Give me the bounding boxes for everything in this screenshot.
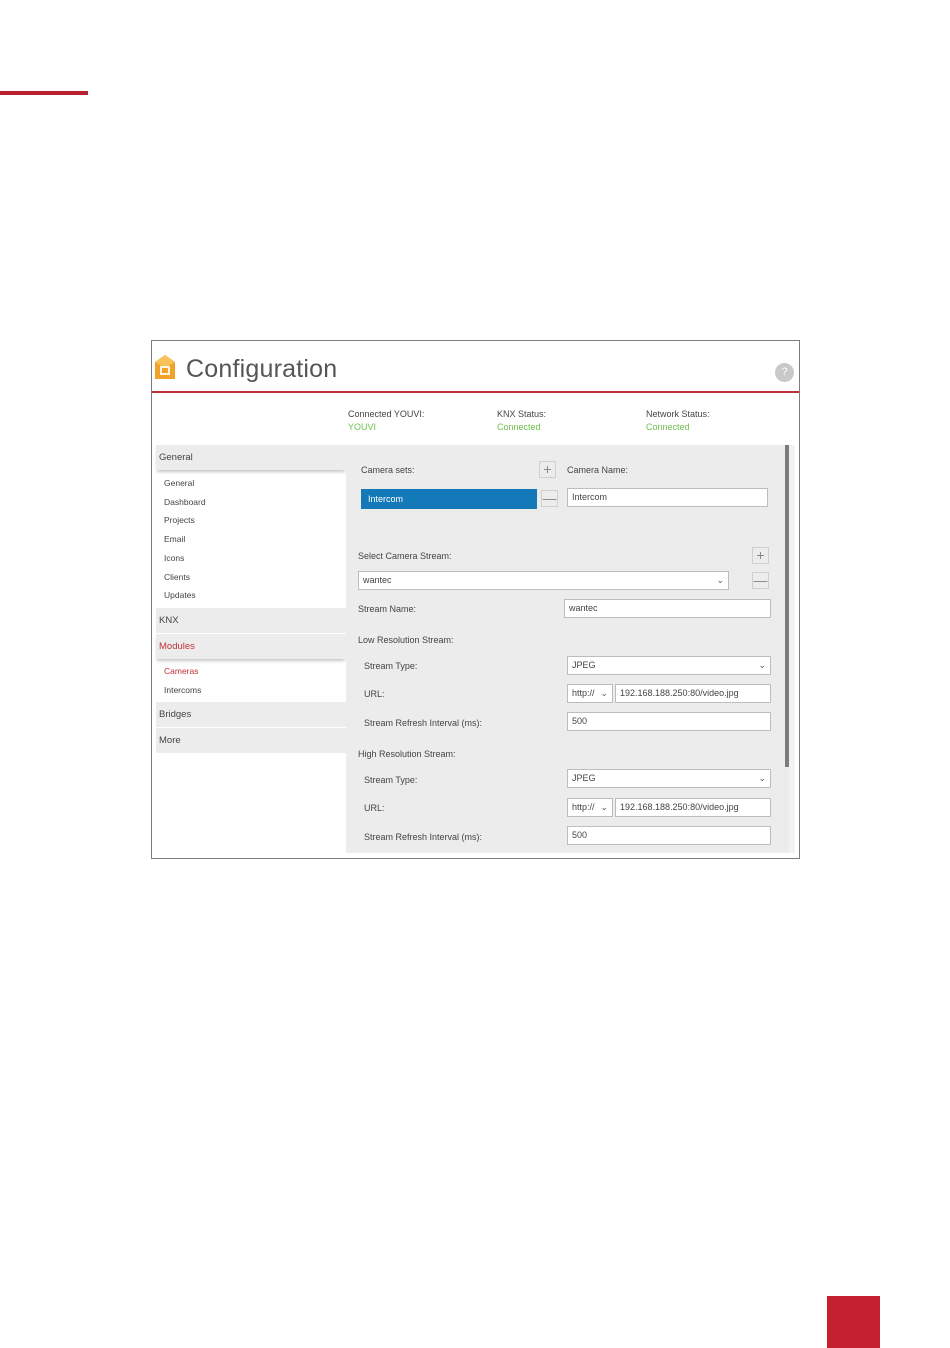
select-camera-stream-label: Select Camera Stream: [358, 551, 452, 561]
stream-name-label: Stream Name: [358, 604, 417, 614]
chevron-down-icon: ⌄ [600, 688, 608, 698]
sidebar-section-bridges[interactable]: Bridges [156, 702, 346, 727]
camera-name-label: Camera Name: [567, 465, 629, 475]
low-res-refresh-label: Stream Refresh Interval (ms): [364, 718, 483, 728]
sidebar-item-intercoms[interactable]: Intercoms [164, 685, 201, 695]
scrollbar-thumb[interactable] [785, 445, 789, 767]
status-network-value: Connected [646, 422, 690, 432]
low-res-url-input[interactable]: 192.168.188.250:80/video.jpg [615, 684, 771, 703]
high-res-stream-title: High Resolution Stream: [358, 749, 456, 759]
sidebar-item-cameras[interactable]: Cameras [164, 666, 198, 676]
status-knx: KNX Status: Connected [497, 408, 546, 434]
high-res-refresh-label: Stream Refresh Interval (ms): [364, 832, 483, 842]
status-network: Network Status: Connected [646, 408, 710, 434]
status-network-label: Network Status: [646, 409, 710, 419]
status-knx-label: KNX Status: [497, 409, 547, 419]
add-stream-button[interactable]: + [752, 547, 769, 564]
youvi-logo-icon [155, 355, 175, 379]
sidebar-item-updates[interactable]: Updates [164, 590, 196, 600]
low-res-stream-type-value: JPEG [572, 660, 596, 670]
high-res-protocol-select[interactable]: http:// ⌄ [567, 798, 613, 817]
camera-set-item[interactable]: Intercom [361, 489, 537, 509]
camera-stream-select[interactable]: wantec ⌄ [358, 571, 729, 590]
status-youvi-label: Connected YOUVI: [348, 409, 425, 419]
low-res-stream-type-label: Stream Type: [364, 661, 418, 671]
status-knx-value: Connected [497, 422, 541, 432]
sidebar-section-modules[interactable]: Modules [156, 634, 346, 659]
sidebar-section-general[interactable]: General [156, 445, 346, 470]
page-title: Configuration [186, 355, 338, 383]
chevron-down-icon: ⌄ [758, 660, 766, 670]
chevron-down-icon: ⌄ [758, 773, 766, 783]
help-icon[interactable]: ? [775, 363, 794, 382]
high-res-url-input[interactable]: 192.168.188.250:80/video.jpg [615, 798, 771, 817]
high-res-protocol-value: http:// [572, 802, 595, 812]
app-header: Configuration ? [152, 341, 799, 393]
low-res-protocol-select[interactable]: http:// ⌄ [567, 684, 613, 703]
sidebar-item-clients[interactable]: Clients [164, 572, 190, 582]
low-res-stream-title: Low Resolution Stream: [358, 635, 454, 645]
sidebar-item-email[interactable]: Email [164, 534, 185, 544]
low-res-protocol-value: http:// [572, 688, 595, 698]
low-res-stream-type-select[interactable]: JPEG ⌄ [567, 656, 771, 675]
high-res-stream-type-value: JPEG [572, 773, 596, 783]
high-res-stream-type-label: Stream Type: [364, 775, 418, 785]
stream-name-input[interactable]: wantec [564, 599, 771, 618]
camera-stream-select-value: wantec [363, 575, 392, 585]
camera-name-input[interactable]: Intercom [567, 488, 768, 507]
sidebar-section-knx[interactable]: KNX [156, 608, 346, 633]
sidebar-section-more[interactable]: More [156, 728, 346, 753]
low-res-url-label: URL: [364, 689, 385, 699]
sidebar-item-projects[interactable]: Projects [164, 515, 195, 525]
high-res-url-label: URL: [364, 803, 385, 813]
low-res-refresh-input[interactable]: 500 [567, 712, 771, 731]
sidebar-item-general[interactable]: General [164, 478, 194, 488]
configuration-screenshot: Configuration ? Connected YOUVI: YOUVI K… [151, 340, 800, 859]
status-youvi: Connected YOUVI: YOUVI [348, 408, 424, 434]
chevron-down-icon: ⌄ [600, 802, 608, 812]
sidebar-item-icons[interactable]: Icons [164, 553, 184, 563]
high-res-refresh-input[interactable]: 500 [567, 826, 771, 845]
chevron-down-icon: ⌄ [716, 575, 724, 585]
remove-camera-set-button[interactable]: — [541, 490, 558, 507]
sidebar-item-dashboard[interactable]: Dashboard [164, 497, 206, 507]
top-accent-line [0, 91, 88, 95]
page-corner-mark [827, 1296, 880, 1348]
scrollbar-track[interactable] [789, 445, 795, 853]
add-camera-set-button[interactable]: + [539, 461, 556, 478]
status-youvi-value: YOUVI [348, 422, 377, 432]
high-res-stream-type-select[interactable]: JPEG ⌄ [567, 769, 771, 788]
camera-sets-label: Camera sets: [361, 465, 415, 475]
remove-stream-button[interactable]: — [752, 572, 769, 589]
